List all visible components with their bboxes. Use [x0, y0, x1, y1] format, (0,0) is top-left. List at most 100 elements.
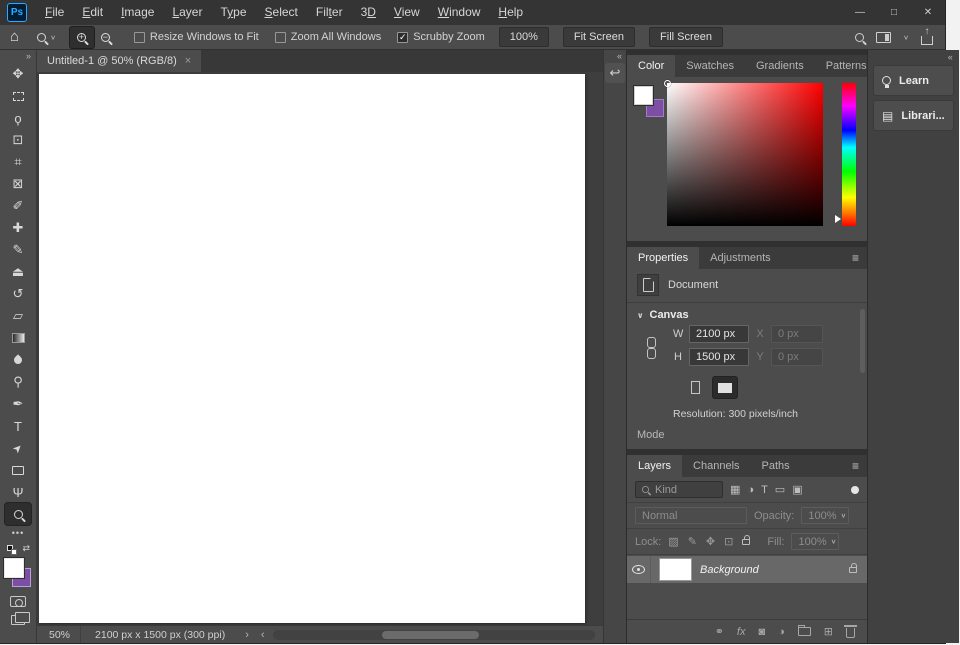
- tab-channels[interactable]: Channels: [682, 455, 750, 477]
- link-dimensions-icon[interactable]: [647, 337, 655, 359]
- workspace-icon[interactable]: [876, 32, 891, 43]
- gradient-tool[interactable]: [5, 327, 31, 349]
- opacity-select[interactable]: 100% ∨: [801, 507, 849, 524]
- hand-tool[interactable]: Ψ: [5, 481, 31, 503]
- fill-screen-button[interactable]: Fill Screen: [649, 27, 723, 47]
- properties-scrollbar[interactable]: [860, 309, 865, 373]
- portrait-orientation-button[interactable]: [683, 377, 707, 398]
- lock-transparency-icon[interactable]: ▨: [668, 535, 678, 548]
- canvas-section-header[interactable]: ∨ Canvas: [627, 303, 867, 325]
- tab-layers[interactable]: Layers: [627, 455, 682, 477]
- add-layer-mask-icon[interactable]: ◙: [758, 626, 765, 638]
- libraries-panel-button[interactable]: ▤ Librari...: [873, 100, 954, 131]
- move-tool[interactable]: ✥: [5, 63, 31, 85]
- filter-adjustment-layers-icon[interactable]: ◑: [747, 484, 754, 496]
- quick-mask-button[interactable]: [10, 596, 26, 607]
- filter-shape-layers-icon[interactable]: ▭: [775, 483, 785, 496]
- zoom-out-button[interactable]: −: [94, 27, 118, 48]
- resize-windows-checkbox[interactable]: Resize Windows to Fit: [134, 31, 259, 43]
- zoom-100-button[interactable]: 100%: [499, 27, 549, 47]
- hue-slider[interactable]: [842, 83, 856, 226]
- zoom-tool[interactable]: [5, 503, 31, 525]
- status-chevron-icon[interactable]: ›: [239, 629, 255, 641]
- scroll-left-icon[interactable]: ‹: [255, 629, 271, 641]
- foreground-color-swatch[interactable]: [634, 86, 653, 105]
- frame-tool[interactable]: ⊠: [5, 173, 31, 195]
- color-picker-handle[interactable]: [664, 80, 671, 87]
- tab-close-icon[interactable]: ×: [185, 55, 191, 67]
- layer-filter-kind-select[interactable]: Kind: [635, 481, 723, 498]
- menu-help[interactable]: Help: [489, 0, 532, 25]
- tab-color[interactable]: Color: [627, 55, 675, 77]
- lock-artboard-icon[interactable]: ⊡: [724, 535, 733, 548]
- zoom-all-windows-checkbox[interactable]: Zoom All Windows: [275, 31, 381, 43]
- tab-swatches[interactable]: Swatches: [675, 55, 745, 77]
- new-adjustment-layer-icon[interactable]: ◑: [778, 626, 785, 638]
- lock-paint-icon[interactable]: ✎: [688, 535, 697, 548]
- tab-properties[interactable]: Properties: [627, 247, 699, 269]
- dock-collapse-button[interactable]: «: [868, 50, 959, 63]
- menu-layer[interactable]: Layer: [163, 0, 211, 25]
- new-layer-icon[interactable]: ⊞: [824, 625, 833, 638]
- blend-mode-select[interactable]: Normal: [635, 507, 747, 524]
- menu-edit[interactable]: Edit: [73, 0, 112, 25]
- filter-type-layers-icon[interactable]: T: [761, 484, 768, 496]
- layer-row-background[interactable]: Background: [627, 556, 867, 583]
- eraser-tool[interactable]: ▱: [5, 305, 31, 327]
- blur-tool[interactable]: [5, 349, 31, 371]
- horizontal-scrollbar[interactable]: [273, 630, 595, 640]
- close-button[interactable]: ✕: [911, 0, 945, 25]
- screen-mode-button[interactable]: [11, 615, 25, 625]
- fit-screen-button[interactable]: Fit Screen: [563, 27, 635, 47]
- link-layers-icon[interactable]: ⚭: [715, 625, 724, 638]
- spot-healing-brush-tool[interactable]: ✚: [5, 217, 31, 239]
- toolbar-collapse-button[interactable]: »: [0, 50, 36, 63]
- swap-colors-icon[interactable]: ⇄: [22, 543, 30, 554]
- scrubby-zoom-checkbox[interactable]: ✓ Scrubby Zoom: [397, 31, 485, 43]
- menu-image[interactable]: Image: [112, 0, 163, 25]
- zoom-tool-preset-button[interactable]: ∨: [29, 33, 64, 42]
- delete-layer-icon[interactable]: [846, 628, 855, 638]
- minimize-button[interactable]: —: [843, 0, 877, 25]
- layer-filter-toggle[interactable]: [851, 486, 859, 494]
- crop-tool[interactable]: ⌗: [5, 151, 31, 173]
- panel-menu-icon[interactable]: ≡: [844, 247, 867, 269]
- object-selection-tool[interactable]: ⊡: [5, 129, 31, 151]
- layer-effects-icon[interactable]: fx: [737, 626, 746, 638]
- document-canvas[interactable]: [39, 74, 585, 623]
- foreground-color-swatch[interactable]: [4, 558, 24, 578]
- chevron-down-icon[interactable]: ∨: [903, 33, 909, 40]
- canvas-height-field[interactable]: 1500 px: [689, 348, 749, 366]
- menu-window[interactable]: Window: [429, 0, 490, 25]
- dodge-tool[interactable]: ⚲: [5, 371, 31, 393]
- new-group-icon[interactable]: [798, 627, 811, 636]
- menu-select[interactable]: Select: [256, 0, 307, 25]
- rectangular-marquee-tool[interactable]: [5, 85, 31, 107]
- menu-type[interactable]: Type: [211, 0, 255, 25]
- hue-slider-handle[interactable]: [835, 215, 841, 223]
- panel-menu-icon[interactable]: ≡: [844, 455, 867, 477]
- rectangle-tool[interactable]: [5, 459, 31, 481]
- zoom-in-button[interactable]: +: [70, 27, 94, 48]
- document-tab[interactable]: Untitled-1 @ 50% (RGB/8) ×: [37, 50, 201, 72]
- filter-smart-objects-icon[interactable]: ▣: [792, 483, 802, 496]
- lock-position-icon[interactable]: ✥: [706, 535, 715, 548]
- layer-visibility-icon[interactable]: [632, 565, 645, 574]
- strip-collapse-button[interactable]: «: [604, 50, 626, 63]
- canvas-width-field[interactable]: 2100 px: [689, 325, 749, 343]
- zoom-level-field[interactable]: 50%: [37, 626, 81, 643]
- tab-gradients[interactable]: Gradients: [745, 55, 815, 77]
- menu-3d[interactable]: 3D: [352, 0, 385, 25]
- history-panel-button[interactable]: ↩: [605, 63, 625, 83]
- lock-all-icon[interactable]: [742, 539, 750, 545]
- learn-panel-button[interactable]: Learn: [873, 65, 954, 96]
- maximize-button[interactable]: □: [877, 0, 911, 25]
- filter-pixel-layers-icon[interactable]: ▦: [730, 483, 740, 496]
- menu-view[interactable]: View: [385, 0, 429, 25]
- search-icon[interactable]: [855, 33, 864, 42]
- clone-stamp-tool[interactable]: ⏏: [5, 261, 31, 283]
- share-icon[interactable]: [921, 36, 933, 45]
- menu-filter[interactable]: Filter: [307, 0, 352, 25]
- type-tool[interactable]: T: [5, 415, 31, 437]
- scrollbar-thumb[interactable]: [382, 631, 479, 639]
